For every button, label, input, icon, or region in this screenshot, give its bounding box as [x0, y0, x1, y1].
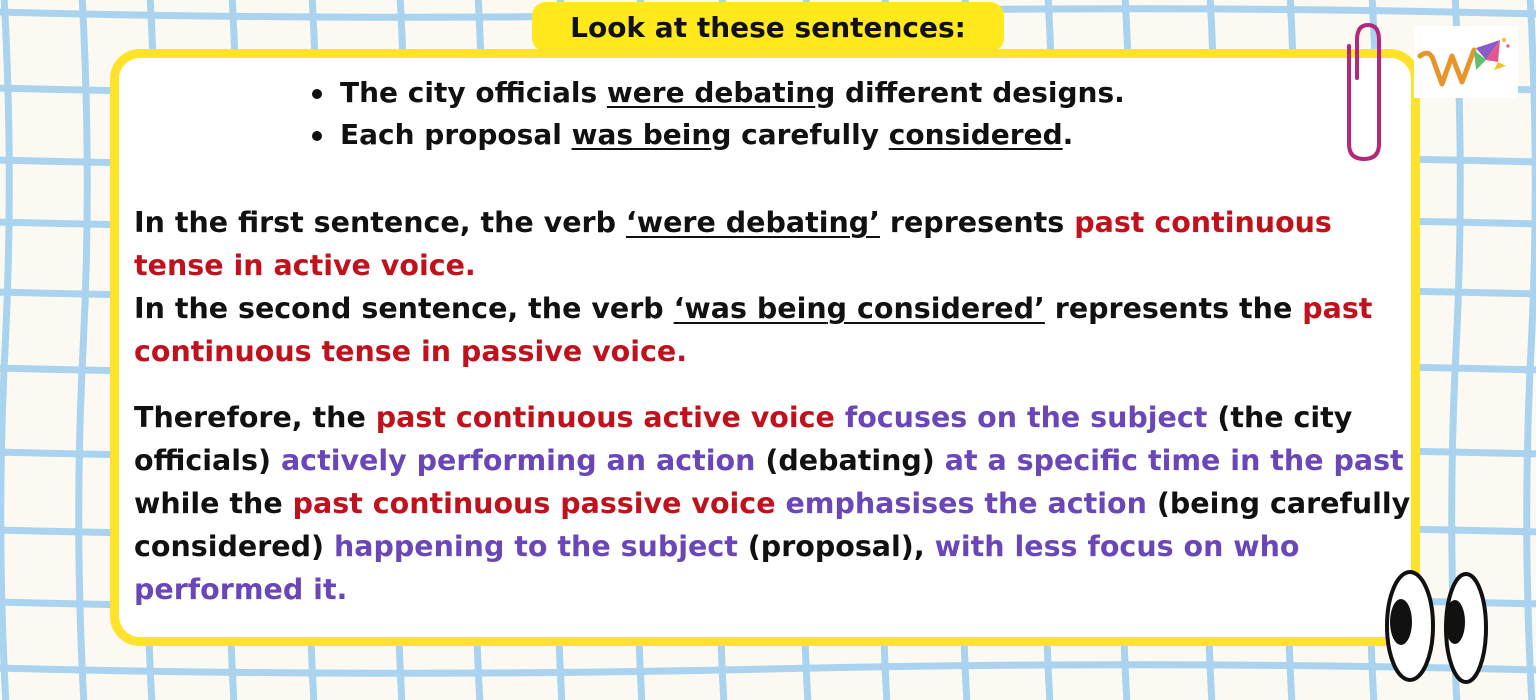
purple-highlight: happening to the subject: [333, 530, 738, 563]
sentence-text: g different designs.: [815, 76, 1125, 109]
text: In the second sentence, the verb: [134, 292, 674, 325]
explanation-paragraph: In the first sentence, the verb ‘were de…: [134, 201, 1412, 373]
paperclip-icon: [1342, 18, 1386, 166]
cartoon-eyes-icon: [1382, 566, 1490, 692]
red-highlight: past continuous active voice: [375, 401, 835, 434]
title-tab: Look at these sentences:: [532, 2, 1004, 52]
text: represents the: [1044, 292, 1303, 325]
title-text: Look at these sentences:: [570, 10, 966, 44]
text: while the: [134, 487, 293, 520]
text: [835, 401, 845, 434]
underlined-verb: were debatin: [606, 76, 816, 109]
text: (debating): [755, 444, 945, 477]
purple-highlight: actively performing an action: [280, 444, 756, 477]
conclusion-paragraph: Therefore, the past continuous active vo…: [134, 396, 1412, 611]
text: (proposal),: [737, 530, 935, 563]
text: In the first sentence, the verb: [134, 206, 626, 239]
verb-quote: ‘was bein: [673, 292, 827, 325]
sentence-text: The city officials: [340, 76, 607, 109]
example-sentence-1: The city officials were debating differe…: [306, 72, 1306, 114]
w-brand-logo-icon: [1414, 26, 1518, 98]
verb-quote: ‘were debating’: [625, 206, 880, 239]
example-sentence-2: Each proposal was being carefully consid…: [306, 114, 1306, 156]
underlined-verb: was bein: [571, 118, 712, 151]
red-highlight: past continuous passive voice: [292, 487, 776, 520]
example-sentences-list: The city officials were debating differe…: [306, 72, 1306, 156]
verb-quote: g considered’: [826, 292, 1045, 325]
text: represents: [880, 206, 1075, 239]
sentence-text: Each proposal: [340, 118, 572, 151]
purple-highlight: emphasises the action: [785, 487, 1147, 520]
text: Therefore, the: [134, 401, 376, 434]
purple-highlight: focuses on the subject: [844, 401, 1208, 434]
sentence-text: g carefully: [711, 118, 889, 151]
text: [776, 487, 786, 520]
underlined-verb: considered: [888, 118, 1063, 151]
sentence-text: .: [1062, 118, 1074, 151]
purple-highlight: at a specific time in the past: [944, 444, 1404, 477]
